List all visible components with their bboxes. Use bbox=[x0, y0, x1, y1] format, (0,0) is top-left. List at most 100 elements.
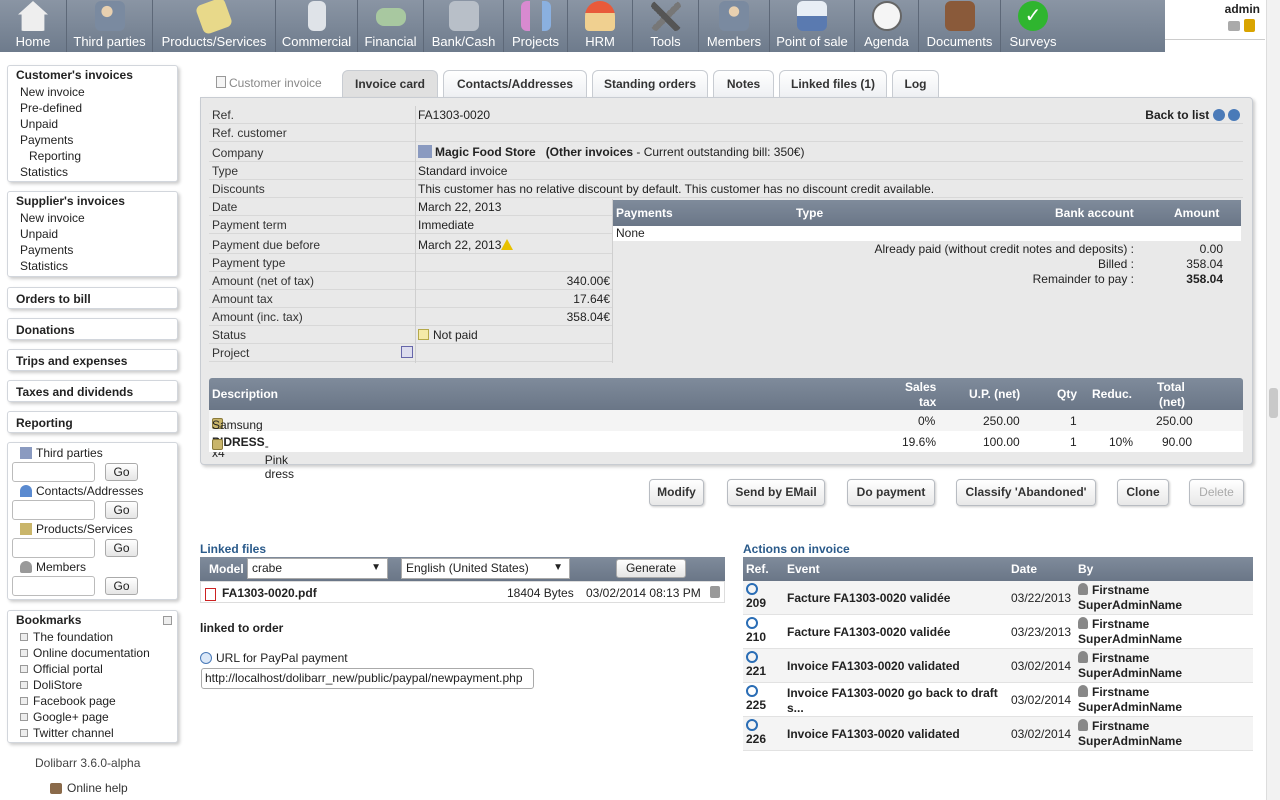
menu-bank[interactable]: Bank/Cash bbox=[424, 0, 504, 52]
menu-orders-to-bill[interactable]: Orders to bill bbox=[7, 287, 178, 309]
search-third-parties-input[interactable] bbox=[12, 462, 95, 482]
online-help-link[interactable]: Online help bbox=[50, 781, 128, 795]
login-user[interactable]: admin bbox=[1225, 2, 1260, 16]
customer-invoices-title[interactable]: Customer's invoices bbox=[8, 66, 177, 84]
tools-icon bbox=[650, 1, 681, 31]
event-row[interactable]: 225 Invoice FA1303-0020 go back to draft… bbox=[743, 683, 1253, 717]
bookmark-item[interactable]: Official portal bbox=[8, 661, 177, 677]
other-invoices-link[interactable]: (Other invoices bbox=[546, 145, 633, 159]
company-link[interactable]: Magic Food Store bbox=[435, 145, 536, 159]
lock-icon[interactable] bbox=[1244, 19, 1255, 32]
edit-project-icon[interactable] bbox=[401, 346, 413, 358]
menu-trips[interactable]: Trips and expenses bbox=[7, 349, 178, 371]
menu-donations[interactable]: Donations bbox=[7, 318, 178, 340]
back-to-list-link[interactable]: Back to list bbox=[1145, 108, 1240, 122]
bookmark-item[interactable]: DoliStore bbox=[8, 677, 177, 693]
menu-supplier-payments[interactable]: Payments bbox=[8, 242, 177, 258]
menu-tools[interactable]: Tools bbox=[633, 0, 699, 52]
event-ref-link[interactable]: 225 bbox=[746, 698, 766, 712]
supplier-invoices-title[interactable]: Supplier's invoices bbox=[8, 192, 177, 210]
tab-invoice-card[interactable]: Invoice card bbox=[342, 70, 438, 97]
taxes-label: Taxes and dividends bbox=[16, 385, 134, 399]
bookmark-item[interactable]: Facebook page bbox=[8, 693, 177, 709]
scrollbar-thumb[interactable] bbox=[1269, 388, 1278, 418]
event-user-link[interactable]: Firstname bbox=[1092, 719, 1149, 733]
menu-payments[interactable]: Payments bbox=[8, 132, 177, 148]
clone-button[interactable]: Clone bbox=[1117, 479, 1169, 506]
menu-predefined[interactable]: Pre-defined bbox=[8, 100, 177, 116]
search-members-go[interactable]: Go bbox=[105, 577, 138, 595]
menu-unpaid[interactable]: Unpaid bbox=[8, 116, 177, 132]
menu-hrm[interactable]: HRM bbox=[568, 0, 633, 52]
event-user-link[interactable]: Firstname bbox=[1092, 583, 1149, 597]
bookmark-item[interactable]: Online documentation bbox=[8, 645, 177, 661]
bookmark-item[interactable]: Twitter channel bbox=[8, 725, 177, 741]
tab-standing-orders[interactable]: Standing orders bbox=[592, 70, 708, 97]
print-icon[interactable] bbox=[1228, 21, 1240, 31]
contact-icon bbox=[20, 485, 32, 497]
bookmark-item[interactable]: The foundation bbox=[8, 629, 177, 645]
event-ref-link[interactable]: 210 bbox=[746, 630, 766, 644]
menu-reporting[interactable]: Reporting bbox=[8, 148, 177, 164]
menu-projects[interactable]: Projects bbox=[504, 0, 568, 52]
menu-members[interactable]: Members bbox=[699, 0, 770, 52]
event-ref-link[interactable]: 209 bbox=[746, 596, 766, 610]
bookmark-item[interactable]: Google+ page bbox=[8, 709, 177, 725]
menu-supplier-new[interactable]: New invoice bbox=[8, 210, 177, 226]
invoice-line[interactable]: Samsung Android x4 0% 250.00 1 250.00 bbox=[209, 410, 1243, 460]
row-payment-type: Payment type bbox=[209, 254, 613, 272]
previous-icon[interactable] bbox=[1212, 109, 1225, 121]
event-row[interactable]: 210 Facture FA1303-0020 validée 03/23/20… bbox=[743, 615, 1253, 649]
menu-reporting-main[interactable]: Reporting bbox=[7, 411, 178, 433]
send-email-button[interactable]: Send by EMail bbox=[727, 479, 825, 506]
menu-statistics[interactable]: Statistics bbox=[8, 164, 177, 180]
event-user-link[interactable]: Firstname bbox=[1092, 651, 1149, 665]
paypal-label: URL for PayPal payment bbox=[200, 651, 348, 665]
bookmark-icon bbox=[20, 697, 28, 705]
event-user-link[interactable]: Firstname bbox=[1092, 617, 1149, 631]
invoice-line[interactable]: PIDRESS - Pink dress 19.6% 100.00 1 10% … bbox=[209, 431, 1243, 481]
event-row[interactable]: 226 Invoice FA1303-0020 validated 03/02/… bbox=[743, 717, 1253, 751]
modify-button[interactable]: Modify bbox=[649, 479, 704, 506]
menu-new-invoice[interactable]: New invoice bbox=[8, 84, 177, 100]
model-select[interactable]: crabe ▼ bbox=[247, 558, 388, 579]
search-contacts-input[interactable] bbox=[12, 500, 95, 520]
menu-surveys[interactable]: ✓ Surveys bbox=[1001, 0, 1065, 52]
paypal-url-input[interactable]: http://localhost/dolibarr_new/public/pay… bbox=[201, 668, 534, 689]
bookmark-add-icon[interactable] bbox=[163, 616, 172, 625]
menu-supplier-unpaid[interactable]: Unpaid bbox=[8, 226, 177, 242]
tab-notes[interactable]: Notes bbox=[713, 70, 774, 97]
search-contacts-go[interactable]: Go bbox=[105, 501, 138, 519]
menu-agenda[interactable]: Agenda bbox=[855, 0, 919, 52]
search-products-input[interactable] bbox=[12, 538, 95, 558]
menu-financial[interactable]: Financial bbox=[358, 0, 424, 52]
event-row[interactable]: 209 Facture FA1303-0020 validée 03/22/20… bbox=[743, 581, 1253, 615]
menu-taxes[interactable]: Taxes and dividends bbox=[7, 380, 178, 402]
menu-third-parties[interactable]: Third parties bbox=[67, 0, 153, 52]
tab-log[interactable]: Log bbox=[892, 70, 939, 97]
event-user-link[interactable]: Firstname bbox=[1092, 685, 1149, 699]
tab-contacts[interactable]: Contacts/Addresses bbox=[443, 70, 587, 97]
tab-linked-files[interactable]: Linked files (1) bbox=[779, 70, 887, 97]
generate-button[interactable]: Generate bbox=[616, 559, 686, 578]
menu-supplier-statistics[interactable]: Statistics bbox=[8, 258, 177, 274]
language-select[interactable]: English (United States) ▼ bbox=[401, 558, 570, 579]
search-members-input[interactable] bbox=[12, 576, 95, 596]
delete-file-icon[interactable] bbox=[710, 586, 720, 598]
menu-pos[interactable]: Point of sale bbox=[770, 0, 855, 52]
search-third-parties-go[interactable]: Go bbox=[105, 463, 138, 481]
event-ref-link[interactable]: 226 bbox=[746, 732, 766, 746]
page-scrollbar[interactable] bbox=[1266, 0, 1280, 800]
menu-documents[interactable]: Documents bbox=[919, 0, 1001, 52]
do-payment-button[interactable]: Do payment bbox=[847, 479, 935, 506]
classify-abandoned-button[interactable]: Classify 'Abandoned' bbox=[956, 479, 1096, 506]
menu-home[interactable]: Home bbox=[0, 0, 67, 52]
search-products-go[interactable]: Go bbox=[105, 539, 138, 557]
file-link[interactable]: FA1303-0020.pdf bbox=[222, 586, 317, 600]
menu-products[interactable]: Products/Services bbox=[153, 0, 276, 52]
event-ref-link[interactable]: 221 bbox=[746, 664, 766, 678]
next-icon[interactable] bbox=[1228, 109, 1240, 121]
menu-commercial[interactable]: Commercial bbox=[276, 0, 358, 52]
event-row[interactable]: 221 Invoice FA1303-0020 validated 03/02/… bbox=[743, 649, 1253, 683]
row-due-date: Payment due before March 22, 2013 bbox=[209, 234, 613, 254]
